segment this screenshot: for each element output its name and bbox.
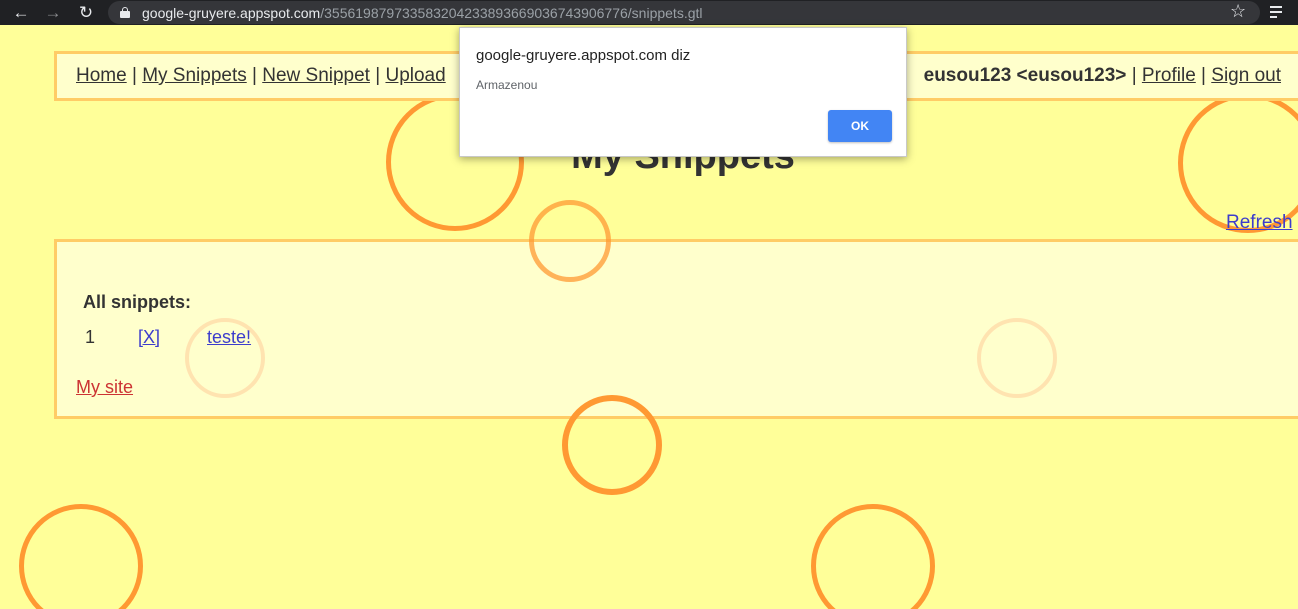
menu-separator: | [252, 65, 257, 86]
decorative-circle [562, 395, 662, 495]
lock-icon[interactable] [120, 7, 130, 18]
decorative-circle [185, 318, 265, 398]
url-host: google-gruyere.appspot.com [142, 5, 321, 21]
decorative-circle [529, 200, 611, 282]
media-control-icon[interactable] [1268, 3, 1286, 21]
reload-icon[interactable]: ↻ [74, 1, 98, 23]
decorative-circle [977, 318, 1057, 398]
snippet-number: 1 [85, 327, 96, 347]
profile-link[interactable]: Profile [1142, 65, 1196, 86]
all-snippets-heading: All snippets: [83, 292, 192, 312]
dialog-message: Armazenou [476, 78, 538, 92]
current-user: eusou123 <eusou123> [923, 65, 1127, 86]
home-link[interactable]: Home [76, 65, 127, 86]
menu-left: Home | My Snippets | New Snippet | Uploa… [76, 65, 446, 87]
sign-out-link[interactable]: Sign out [1211, 65, 1281, 86]
menu-separator: | [375, 65, 381, 86]
my-snippets-link[interactable]: My Snippets [142, 65, 247, 86]
my-site-link[interactable]: My site [76, 377, 133, 398]
forward-arrow-icon[interactable]: → [41, 1, 65, 23]
back-arrow-icon[interactable]: ← [9, 1, 33, 23]
menu-separator: | [1131, 65, 1137, 86]
delete-snippet-link[interactable]: [X] [138, 327, 160, 348]
url-text[interactable]: google-gruyere.appspot.com/3556198797335… [142, 5, 703, 21]
ok-button[interactable]: OK [828, 110, 892, 142]
star-icon[interactable]: ☆ [1230, 1, 1246, 22]
upload-link[interactable]: Upload [385, 65, 445, 86]
menu-right: eusou123 <eusou123> | Profile | Sign out [924, 65, 1281, 87]
menu-separator: | [131, 65, 137, 86]
alert-dialog: google-gruyere.appspot.com diz Armazenou… [459, 27, 907, 157]
new-snippet-link[interactable]: New Snippet [262, 65, 370, 86]
browser-toolbar: ← → ↻ google-gruyere.appspot.com/3556198… [0, 0, 1298, 25]
decorative-circle [19, 504, 143, 609]
menu-separator: | [1201, 65, 1206, 86]
dialog-origin: google-gruyere.appspot.com diz [476, 47, 691, 64]
decorative-circle [811, 504, 935, 609]
address-bar[interactable]: google-gruyere.appspot.com/3556198797335… [108, 1, 1260, 24]
url-path: /355619879733583204233893669036743906776… [320, 5, 703, 21]
refresh-link[interactable]: Refresh [1226, 212, 1293, 234]
